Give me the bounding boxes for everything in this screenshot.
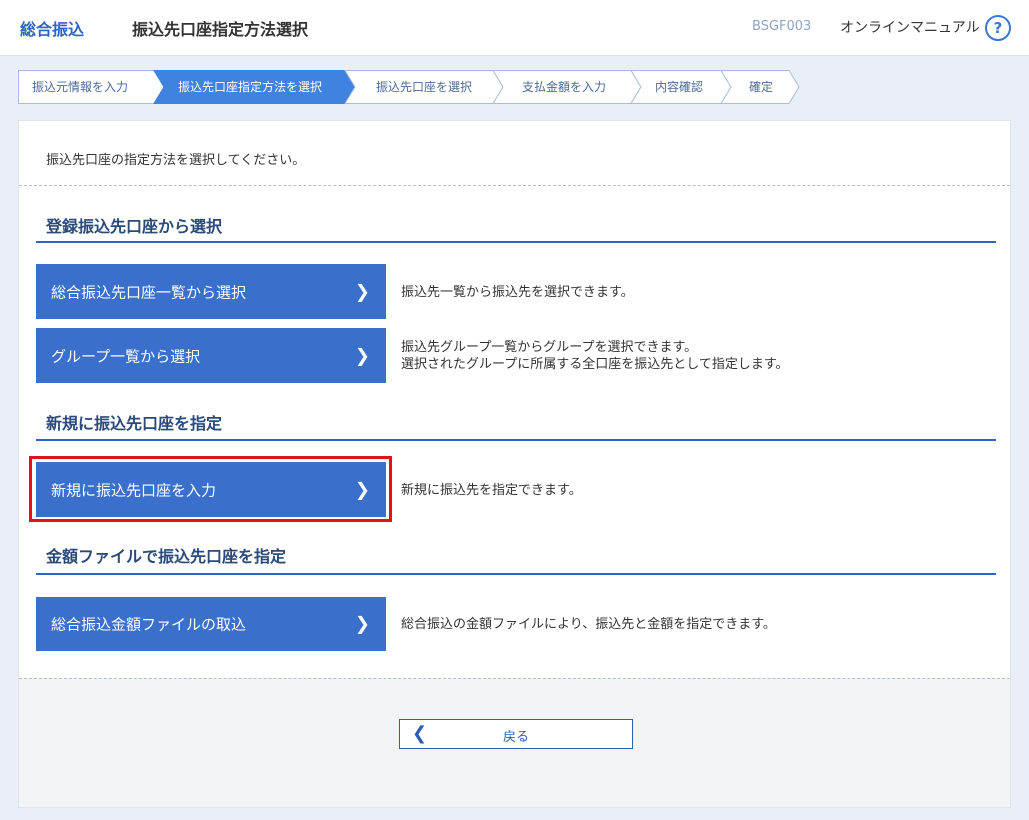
section-title-registered: 登録振込先口座から選択 bbox=[46, 217, 223, 236]
app-title: 総合振込 bbox=[20, 20, 85, 39]
step-1-label: 振込元情報を入力 bbox=[32, 80, 129, 94]
chevron-right-icon: ❯ bbox=[354, 281, 370, 302]
section-title-file: 金額ファイルで振込先口座を指定 bbox=[46, 547, 287, 566]
button-label: グループ一覧から選択 bbox=[51, 347, 201, 365]
chevron-right-icon: ❯ bbox=[354, 479, 370, 500]
chevron-right-icon: ❯ bbox=[354, 613, 370, 635]
screen-id: BSGF003 bbox=[752, 19, 812, 34]
back-button[interactable]: ❮ 戻る bbox=[399, 719, 633, 749]
new-account-description: 新規に振込先を指定できます。 bbox=[401, 483, 582, 498]
section-rule bbox=[36, 439, 996, 441]
enter-new-account-button[interactable]: 新規に振込先口座を入力 ❯ bbox=[36, 462, 386, 517]
divider bbox=[19, 185, 1010, 186]
step-3-label: 振込先口座を選択 bbox=[376, 80, 473, 94]
group-list-description-line2: 選択されたグループに所属する全口座を振込先として指定します。 bbox=[401, 357, 789, 372]
step-5-label: 内容確認 bbox=[655, 80, 704, 94]
help-icon[interactable]: ? bbox=[985, 15, 1011, 41]
button-label: 新規に振込先口座を入力 bbox=[51, 481, 217, 499]
section-title-new: 新規に振込先口座を指定 bbox=[46, 414, 223, 433]
account-list-description: 振込先一覧から振込先を選択できます。 bbox=[401, 285, 634, 300]
step-4-label: 支払金額を入力 bbox=[522, 80, 607, 94]
back-button-label: 戻る bbox=[502, 730, 529, 745]
step-progress-bar: 振込元情報を入力 振込先口座指定方法を選択 振込先口座を選択 支払金額を入力 内… bbox=[18, 70, 808, 104]
select-from-group-list-button[interactable]: グループ一覧から選択 ❯ bbox=[36, 328, 386, 383]
online-manual-link[interactable]: オンラインマニュアル bbox=[840, 17, 980, 37]
button-label: 総合振込先口座一覧から選択 bbox=[51, 283, 247, 301]
instruction-text: 振込先口座の指定方法を選択してください。 bbox=[46, 153, 306, 168]
main-panel: 振込先口座の指定方法を選択してください。 登録振込先口座から選択 総合振込先口座… bbox=[18, 120, 1011, 808]
page-title: 振込先口座指定方法選択 bbox=[132, 20, 309, 39]
section-rule bbox=[36, 573, 996, 575]
group-list-description-line1: 振込先グループ一覧からグループを選択できます。 bbox=[401, 340, 698, 355]
divider bbox=[19, 678, 1010, 679]
step-6-label: 確定 bbox=[749, 80, 774, 94]
step-2-label: 振込先口座指定方法を選択 bbox=[178, 80, 323, 94]
section-rule bbox=[36, 241, 996, 243]
amount-file-description: 総合振込の金額ファイルにより、振込先と金額を指定できます。 bbox=[401, 617, 776, 632]
chevron-right-icon: ❯ bbox=[354, 345, 370, 366]
import-amount-file-button[interactable]: 総合振込金額ファイルの取込 ❯ bbox=[36, 597, 386, 651]
header: 総合振込 振込先口座指定方法選択 BSGF003 オンラインマニュアル ? bbox=[0, 0, 1029, 56]
button-label: 総合振込金額ファイルの取込 bbox=[51, 615, 247, 634]
select-from-account-list-button[interactable]: 総合振込先口座一覧から選択 ❯ bbox=[36, 264, 386, 319]
